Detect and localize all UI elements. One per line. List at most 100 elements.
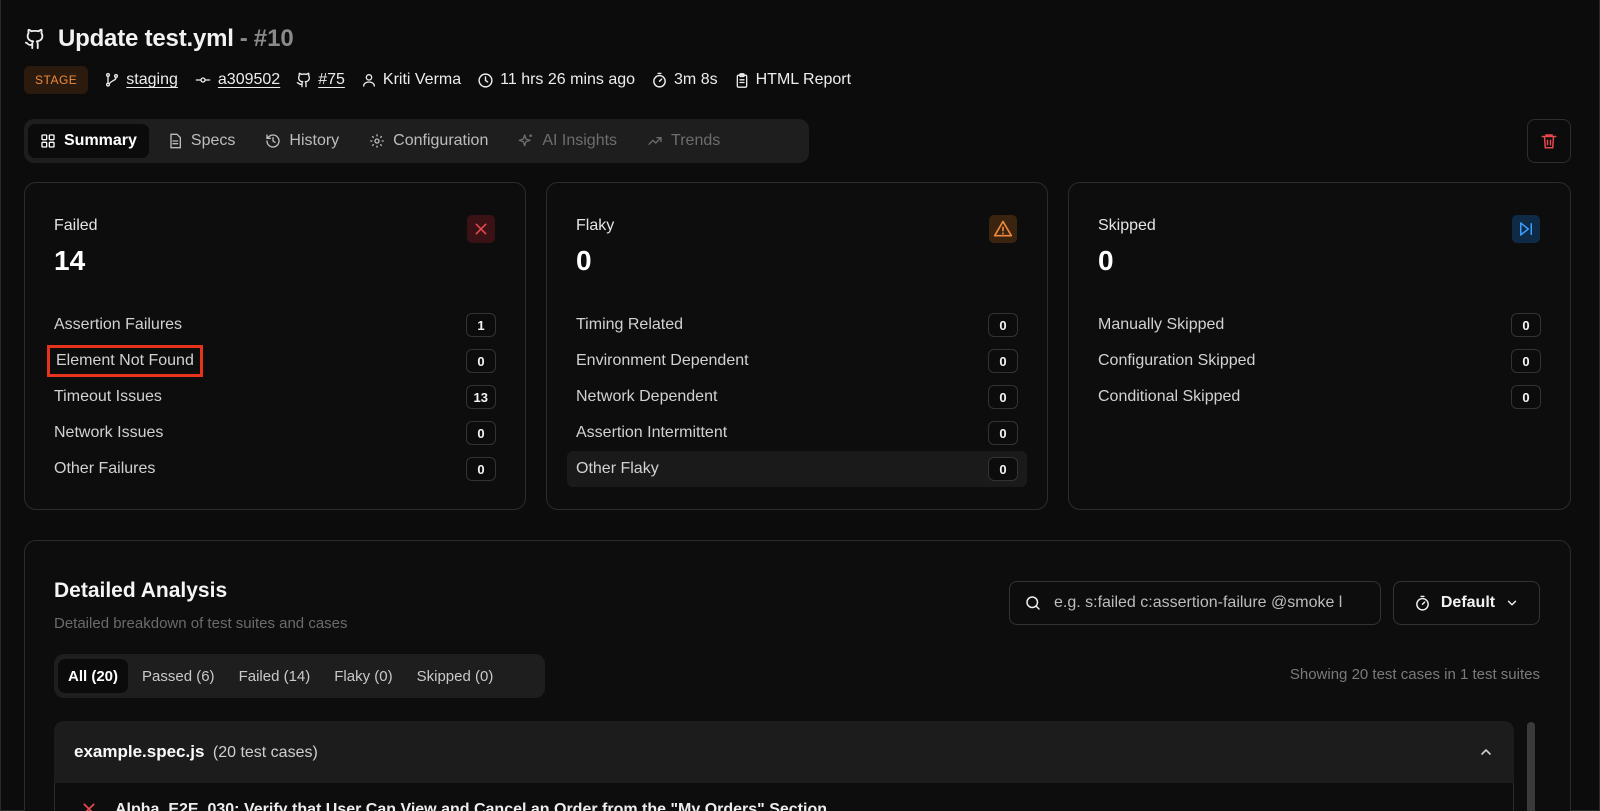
row-count: 1 bbox=[466, 313, 496, 337]
search-input[interactable] bbox=[1054, 594, 1366, 612]
row-count: 0 bbox=[988, 457, 1018, 481]
row-count: 0 bbox=[988, 313, 1018, 337]
row-count: 0 bbox=[988, 421, 1018, 445]
sparkle-icon bbox=[518, 133, 534, 149]
section-title: Detailed Analysis bbox=[54, 579, 228, 602]
row-label: Network Dependent bbox=[576, 388, 718, 405]
breakdown-row[interactable]: Conditional Skipped 0 bbox=[1089, 379, 1550, 415]
row-label: Environment Dependent bbox=[576, 352, 749, 369]
row-count: 0 bbox=[466, 457, 496, 481]
flaky-breakdown: Timing Related 0 Environment Dependent 0 N… bbox=[567, 307, 1027, 487]
tab-label: Summary bbox=[64, 132, 137, 149]
failed-breakdown: Assertion Failures 1 Element Not Found 0 T… bbox=[45, 307, 505, 487]
trending-icon bbox=[647, 133, 663, 149]
suite-header[interactable]: example.spec.js (20 test cases) bbox=[54, 721, 1514, 783]
clock-icon bbox=[477, 72, 494, 89]
failed-count: 14 bbox=[54, 245, 86, 276]
status-filter-bar: All (20) Passed (6) Failed (14) Flaky (0… bbox=[54, 654, 545, 698]
title-separator: - bbox=[239, 25, 248, 52]
tab-label: Configuration bbox=[393, 132, 489, 149]
row-count: 0 bbox=[988, 349, 1018, 373]
pr-link[interactable]: #75 bbox=[296, 71, 345, 89]
warning-icon bbox=[989, 215, 1017, 243]
filter-flaky[interactable]: Flaky (0) bbox=[324, 659, 402, 693]
card-label: Skipped bbox=[1098, 217, 1156, 234]
breakdown-row[interactable]: Other Flaky 0 bbox=[567, 451, 1027, 487]
row-count: 0 bbox=[1511, 313, 1541, 337]
detailed-analysis-panel: Detailed Analysis Detailed breakdown of … bbox=[24, 540, 1571, 811]
chevron-up-icon[interactable] bbox=[1478, 744, 1494, 760]
breakdown-row[interactable]: Network Issues 0 bbox=[45, 415, 505, 451]
row-label: Other Flaky bbox=[576, 460, 659, 477]
sort-label: Default bbox=[1440, 594, 1496, 611]
search-box bbox=[1009, 581, 1381, 625]
duration-value: 3m 8s bbox=[674, 71, 718, 88]
tab-label: History bbox=[289, 132, 340, 149]
row-label: Other Failures bbox=[54, 460, 156, 477]
tab-trends[interactable]: Trends bbox=[635, 124, 732, 158]
breakdown-row[interactable]: Manually Skipped 0 bbox=[1089, 307, 1550, 343]
breakdown-row[interactable]: Configuration Skipped 0 bbox=[1089, 343, 1550, 379]
skipped-count: 0 bbox=[1098, 245, 1114, 276]
git-branch-icon bbox=[104, 72, 120, 88]
timer-icon bbox=[1414, 595, 1431, 612]
breakdown-row[interactable]: Assertion Failures 1 bbox=[45, 307, 505, 343]
sort-dropdown[interactable]: Default bbox=[1393, 581, 1540, 625]
breakdown-row[interactable]: Network Dependent 0 bbox=[567, 379, 1027, 415]
scrollbar-thumb[interactable] bbox=[1527, 722, 1535, 811]
row-count: 0 bbox=[466, 349, 496, 373]
commit-label[interactable]: a309502 bbox=[218, 71, 280, 89]
tab-summary[interactable]: Summary bbox=[28, 124, 149, 158]
breakdown-row[interactable]: Element Not Found 0 bbox=[45, 343, 505, 379]
filter-skipped[interactable]: Skipped (0) bbox=[407, 659, 504, 693]
tab-ai-insights[interactable]: AI Insights bbox=[506, 124, 629, 158]
file-icon bbox=[167, 133, 183, 149]
tab-specs[interactable]: Specs bbox=[155, 124, 247, 158]
report-label[interactable]: HTML Report bbox=[756, 71, 851, 89]
commit-link[interactable]: a309502 bbox=[194, 71, 280, 89]
row-label: Assertion Intermittent bbox=[576, 424, 728, 441]
row-label: Element Not Found bbox=[47, 345, 203, 377]
row-count: 13 bbox=[465, 385, 496, 409]
breakdown-row[interactable]: Environment Dependent 0 bbox=[567, 343, 1027, 379]
breakdown-row[interactable]: Timeout Issues 13 bbox=[45, 379, 505, 415]
author: Kriti Verma bbox=[361, 71, 461, 89]
timer-icon bbox=[651, 72, 668, 89]
results-summary: Showing 20 test cases in 1 test suites bbox=[1289, 666, 1540, 683]
pr-label[interactable]: #75 bbox=[318, 71, 345, 89]
flaky-card: Flaky 0 Timing Related 0 Environment Depe… bbox=[546, 182, 1048, 510]
run-meta: STAGE staging a309502 #75 Kriti Verma 11… bbox=[24, 66, 851, 94]
trash-icon bbox=[1540, 132, 1558, 150]
tab-label: AI Insights bbox=[542, 132, 618, 149]
duration: 3m 8s bbox=[651, 71, 718, 89]
github-icon bbox=[24, 28, 46, 50]
filter-failed[interactable]: Failed (14) bbox=[229, 659, 321, 693]
card-label: Failed bbox=[54, 217, 98, 234]
html-report-link[interactable]: HTML Report bbox=[734, 71, 851, 89]
filter-all[interactable]: All (20) bbox=[58, 659, 129, 693]
test-case-row[interactable]: Alpha_E2E_030: Verify that User Can View… bbox=[54, 783, 1514, 811]
github-icon bbox=[296, 72, 312, 88]
row-label: Timing Related bbox=[576, 316, 684, 333]
breakdown-row[interactable]: Timing Related 0 bbox=[567, 307, 1027, 343]
row-count: 0 bbox=[1511, 349, 1541, 373]
grid-icon bbox=[40, 133, 56, 149]
skipped-card: Skipped 0 Manually Skipped 0 Configuratio… bbox=[1068, 182, 1571, 510]
page-title: Update test.yml bbox=[58, 25, 234, 52]
row-label: Manually Skipped bbox=[1098, 316, 1225, 333]
delete-run-button[interactable] bbox=[1527, 119, 1571, 163]
flaky-count: 0 bbox=[576, 245, 592, 276]
timestamp: 11 hrs 26 mins ago bbox=[477, 71, 635, 89]
branch-label[interactable]: staging bbox=[126, 71, 178, 89]
breakdown-row[interactable]: Other Failures 0 bbox=[45, 451, 505, 487]
branch-link[interactable]: staging bbox=[104, 71, 178, 89]
tab-history[interactable]: History bbox=[253, 124, 351, 158]
tab-label: Trends bbox=[671, 132, 721, 149]
user-icon bbox=[361, 72, 377, 88]
breakdown-row[interactable]: Assertion Intermittent 0 bbox=[567, 415, 1027, 451]
suite-count: (20 test cases) bbox=[212, 744, 318, 761]
filter-passed[interactable]: Passed (6) bbox=[132, 659, 225, 693]
tab-label: Specs bbox=[190, 132, 236, 149]
chevron-down-icon bbox=[1505, 596, 1519, 610]
tab-configuration[interactable]: Configuration bbox=[357, 124, 500, 158]
